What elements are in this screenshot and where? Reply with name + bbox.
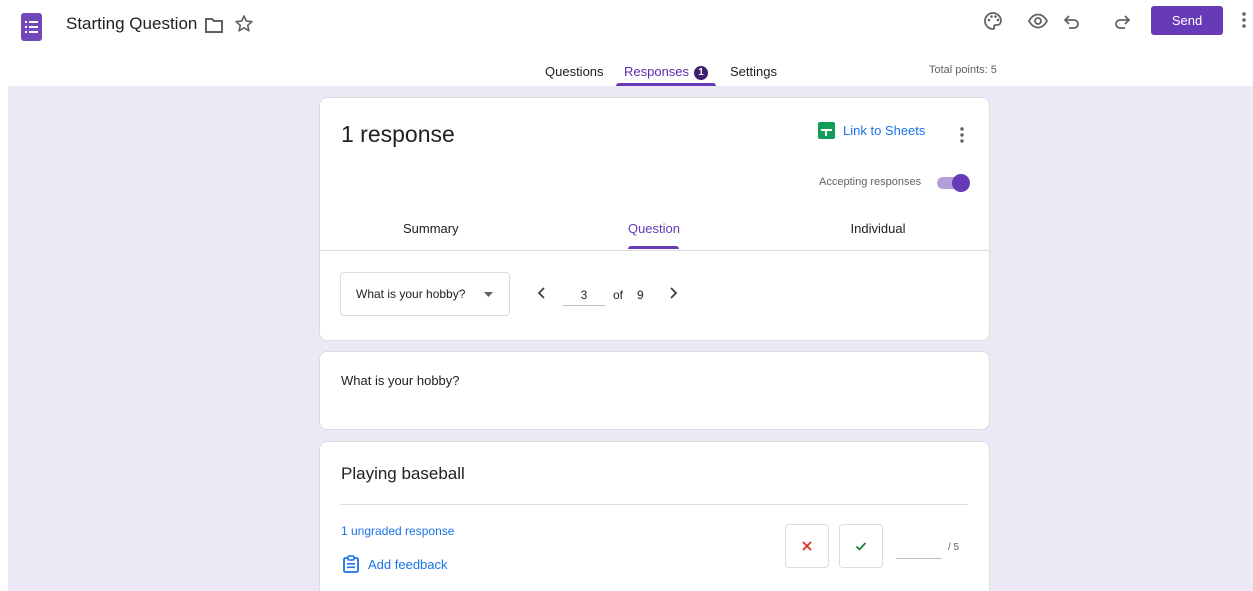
answer-divider: [340, 504, 968, 505]
toggle-thumb: [952, 174, 970, 192]
responses-summary-card: 1 response Link to Sheets Accepting resp…: [319, 97, 990, 341]
more-vert-icon[interactable]: [1240, 9, 1248, 31]
add-feedback-button[interactable]: Add feedback: [343, 555, 448, 573]
send-button[interactable]: Send: [1151, 6, 1223, 35]
mark-correct-button[interactable]: [839, 524, 883, 568]
mark-incorrect-button[interactable]: [785, 524, 829, 568]
folder-icon[interactable]: [204, 16, 224, 34]
undo-icon[interactable]: [1061, 10, 1083, 32]
ungraded-response-link[interactable]: 1 ungraded response: [341, 524, 454, 538]
question-select-value: What is your hobby?: [356, 287, 466, 301]
link-to-sheets-label: Link to Sheets: [843, 123, 926, 138]
preview-eye-icon[interactable]: [1027, 10, 1049, 32]
chevron-right-icon[interactable]: [664, 284, 682, 302]
subtab-individual[interactable]: Individual: [846, 221, 910, 236]
accepting-responses-label: Accepting responses: [819, 176, 922, 188]
palette-icon[interactable]: [982, 10, 1004, 32]
star-icon[interactable]: [234, 14, 254, 34]
subtab-question[interactable]: Question: [623, 221, 685, 236]
dropdown-caret-icon: [484, 292, 493, 297]
tab-responses-label: Responses: [624, 64, 690, 79]
tab-settings[interactable]: Settings: [730, 64, 777, 79]
tab-questions[interactable]: Questions: [545, 64, 604, 79]
answer-text: Playing baseball: [341, 464, 465, 483]
chevron-left-icon[interactable]: [533, 284, 551, 302]
card-divider: [320, 250, 989, 251]
pager-of-label: of: [613, 288, 624, 302]
form-nav-tabs: Questions Responses 1 Settings: [0, 52, 1253, 86]
feedback-clipboard-icon: [343, 555, 359, 573]
close-icon: [802, 541, 812, 551]
question-text: What is your hobby?: [341, 373, 460, 388]
response-count: 1 response: [341, 121, 455, 147]
link-to-sheets-button[interactable]: Link to Sheets: [818, 122, 925, 139]
pager-total: 9: [637, 288, 644, 302]
check-icon: [855, 542, 867, 551]
points-input[interactable]: [896, 542, 942, 559]
sheets-icon: [818, 122, 835, 139]
more-options-icon[interactable]: [959, 125, 965, 145]
forms-app-icon[interactable]: [21, 13, 42, 41]
add-feedback-label: Add feedback: [368, 556, 448, 572]
subtab-summary[interactable]: Summary: [403, 221, 459, 236]
question-select-dropdown[interactable]: What is your hobby?: [340, 272, 510, 316]
top-bar: Starting Question Send: [0, 0, 1253, 52]
tab-responses[interactable]: Responses 1: [624, 64, 709, 80]
tab-questions-label: Questions: [545, 64, 604, 79]
accepting-responses-toggle[interactable]: [935, 174, 971, 192]
response-count-badge: 1: [694, 66, 709, 80]
question-number-input[interactable]: [563, 285, 605, 306]
subtab-indicator: [628, 246, 679, 249]
answer-card: Playing baseball 1 ungraded response Add…: [319, 441, 990, 591]
question-card: What is your hobby?: [319, 351, 990, 430]
tab-settings-label: Settings: [730, 64, 777, 79]
total-points: Total points: 5: [929, 64, 997, 76]
points-max: / 5: [948, 542, 960, 553]
form-title[interactable]: Starting Question: [66, 14, 197, 34]
redo-icon[interactable]: [1111, 10, 1133, 32]
